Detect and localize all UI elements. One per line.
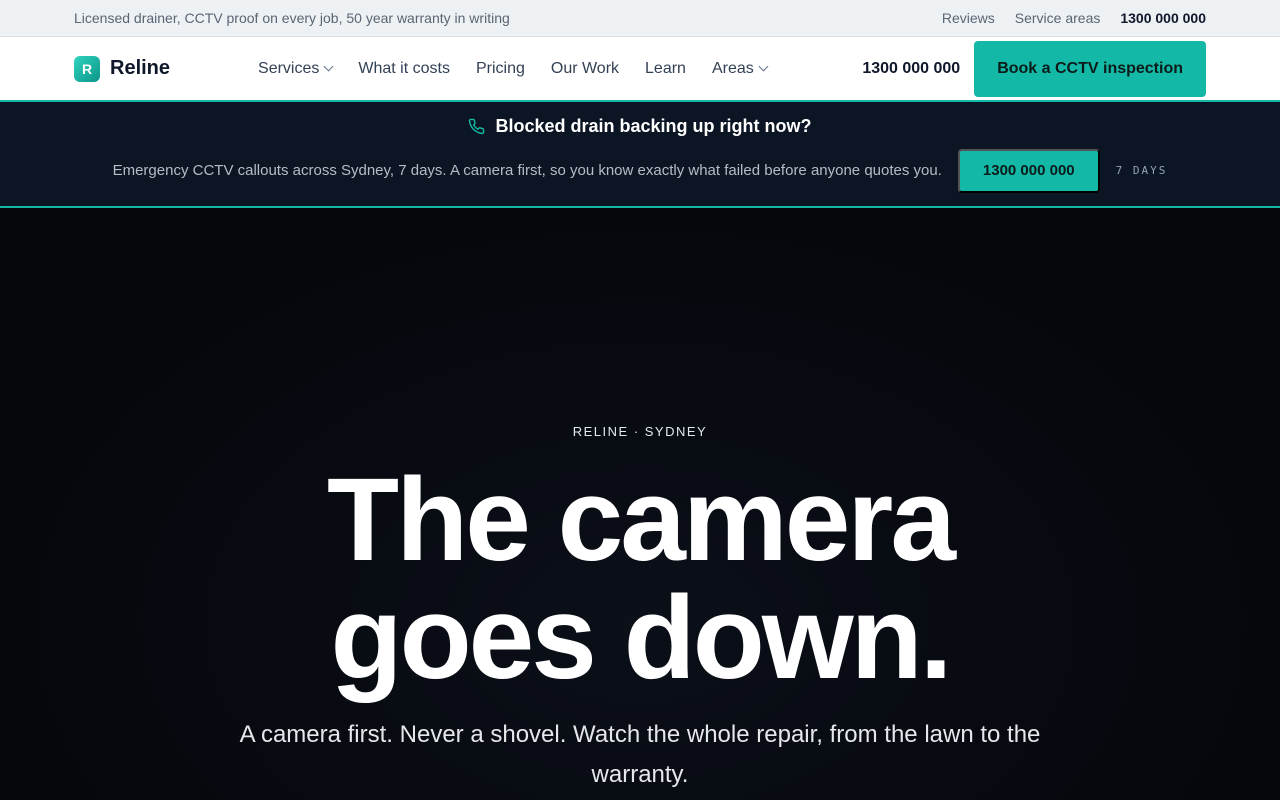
service-areas-link[interactable]: Service areas: [1015, 10, 1101, 26]
utility-tagline: Licensed drainer, CCTV proof on every jo…: [74, 10, 510, 26]
hero-eyebrow: RELINE · SYDNEY: [572, 424, 708, 439]
primary-nav: Services What it costs Pricing Our Work …: [258, 59, 769, 78]
hero-headline-line2: goes down.: [330, 572, 952, 704]
emergency-row: Emergency CCTV callouts across Sydney, 7…: [112, 148, 1168, 193]
logo-mark: R: [74, 55, 100, 82]
hero: RELINE · SYDNEY The camera goes down. A …: [0, 208, 1280, 800]
emergency-banner: Blocked drain backing up right now? Emer…: [0, 102, 1280, 208]
nav-pricing[interactable]: Pricing: [476, 60, 525, 78]
header-phone-link[interactable]: 1300 000 000: [862, 60, 960, 78]
nav-areas[interactable]: Areas: [711, 59, 769, 78]
book-cctv-inspection-button[interactable]: Book a CCTV inspection: [974, 40, 1206, 97]
nav-what-it-costs-label: What it costs: [358, 59, 450, 77]
hero-subtitle: A camera first. Never a shovel. Watch th…: [239, 721, 1041, 788]
nav-learn[interactable]: Learn: [645, 60, 686, 78]
emergency-title: Blocked drain backing up right now?: [495, 115, 812, 136]
utility-links: Reviews Service areas 1300 000 000: [942, 10, 1206, 26]
main-header: R Reline Services What it costs Pricing …: [0, 37, 1280, 102]
logo[interactable]: R Reline: [74, 55, 171, 82]
chevron-down-icon: [323, 61, 334, 72]
header-actions: 1300 000 000 Book a CCTV inspection: [862, 40, 1206, 97]
emergency-call-button[interactable]: 1300 000 000: [957, 148, 1100, 193]
hero-headline-line1: The camera: [327, 454, 956, 586]
nav-our-work[interactable]: Our Work: [551, 60, 619, 78]
nav-pricing-label: Pricing: [475, 59, 525, 77]
nav-areas-label: Areas: [711, 59, 754, 77]
chevron-down-icon: [758, 61, 769, 72]
emergency-heading: Blocked drain backing up right now?: [468, 115, 812, 137]
emergency-text: Emergency CCTV callouts across Sydney, 7…: [112, 162, 942, 179]
brand-name: Reline: [110, 57, 171, 79]
nav-services-label: Services: [258, 59, 320, 77]
days-badge: 7 DAYS: [1115, 164, 1168, 177]
phone-icon: [469, 118, 485, 134]
nav-what-it-costs[interactable]: What it costs: [358, 60, 450, 78]
reviews-link[interactable]: Reviews: [942, 10, 995, 26]
nav-learn-label: Learn: [645, 59, 686, 77]
nav-our-work-label: Our Work: [550, 59, 620, 77]
hero-headline: The camera goes down.: [327, 461, 956, 697]
utility-phone-link[interactable]: 1300 000 000: [1120, 10, 1206, 26]
utility-bar: Licensed drainer, CCTV proof on every jo…: [0, 0, 1280, 37]
nav-services[interactable]: Services: [258, 59, 334, 78]
